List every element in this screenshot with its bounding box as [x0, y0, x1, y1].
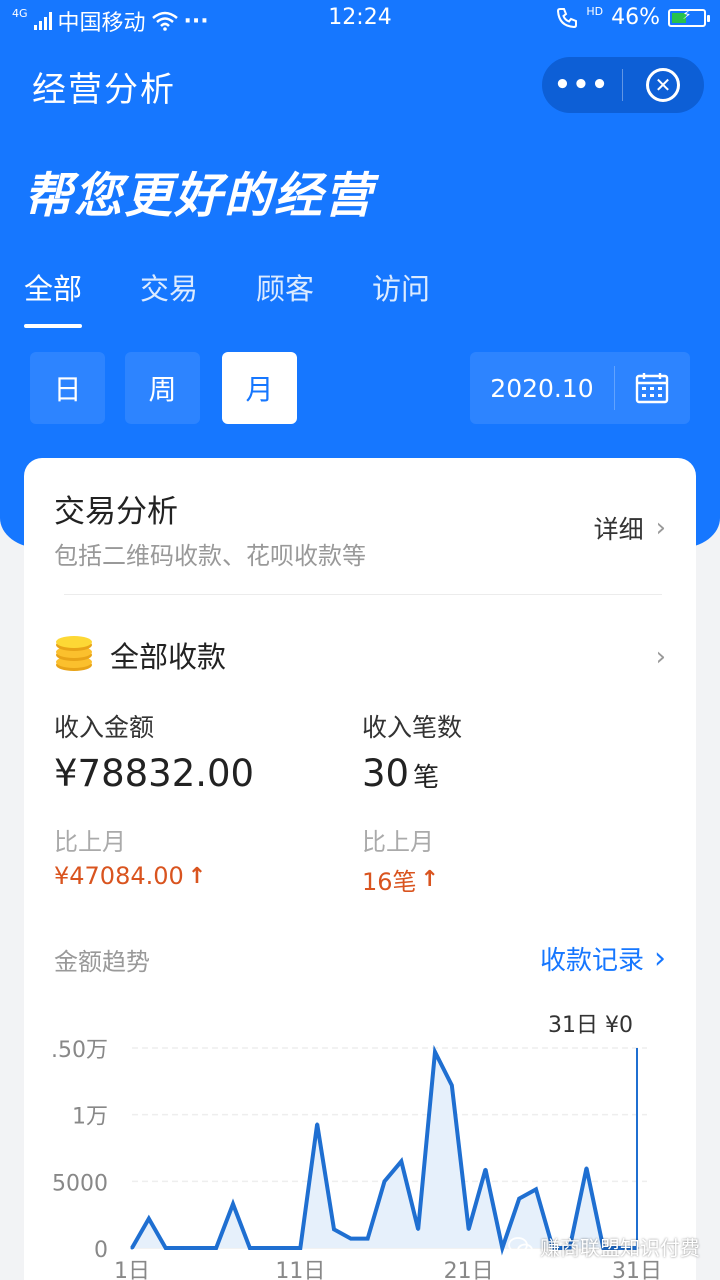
card-subtitle: 包括二维码收款、花呗收款等: [54, 542, 366, 570]
data-point: [147, 1217, 151, 1221]
records-label: 收款记录: [539, 946, 644, 976]
more-button[interactable]: •••: [542, 70, 622, 100]
all-payments-label: 全部收款: [110, 640, 227, 674]
data-point: [349, 1237, 353, 1241]
detail-link[interactable]: 详细 ›: [594, 510, 666, 546]
data-point: [265, 1246, 269, 1250]
arrow-up-icon: ↑: [420, 867, 439, 892]
all-payments-row[interactable]: 全部收款: [54, 634, 226, 676]
data-point: [433, 1050, 437, 1054]
data-point: [248, 1246, 252, 1250]
x-tick-label: 31日: [612, 1259, 662, 1280]
data-point: [214, 1246, 218, 1250]
detail-label: 详细: [593, 515, 644, 544]
category-tabs: 全部 交易 顾客 访问: [24, 266, 488, 328]
income-count-number: 30: [362, 752, 410, 795]
x-tick-label: 1日: [114, 1259, 150, 1280]
payment-records-link[interactable]: 收款记录 ›: [540, 940, 666, 977]
arrow-up-icon: ↑: [187, 863, 207, 889]
x-tick-label: 21日: [444, 1259, 494, 1280]
data-point: [450, 1083, 454, 1087]
income-count-value: 30 笔: [362, 752, 439, 795]
data-point: [282, 1246, 285, 1250]
date-picker[interactable]: 2020.10: [470, 352, 690, 424]
y-tick-label: .50万: [51, 1038, 108, 1063]
data-point: [164, 1246, 168, 1250]
battery-icon: ⚡: [668, 7, 710, 27]
data-point: [500, 1246, 504, 1250]
x-tick-label: 11日: [275, 1259, 325, 1280]
miniprogram-capsule: ••• ✕: [542, 57, 704, 113]
tab-visit[interactable]: 访问: [372, 266, 430, 328]
phone-icon: [557, 7, 578, 28]
calendar-button[interactable]: [615, 372, 689, 404]
period-month-button[interactable]: 月: [222, 352, 297, 424]
series-area: [132, 1052, 637, 1248]
data-point: [399, 1159, 403, 1163]
chevron-right-icon: ›: [654, 941, 666, 976]
status-bar: 4G 中国移动 ··· 12:24 HD 46% ⚡: [0, 0, 720, 36]
charging-icon: ⚡: [682, 7, 692, 23]
data-point: [366, 1237, 370, 1241]
tooltip-label: 31日 ¥0: [548, 1013, 633, 1038]
data-point: [197, 1246, 201, 1250]
coins-icon: [56, 636, 92, 671]
amount-change-value: ¥47084.00: [54, 862, 184, 890]
income-amount-label: 收入金额: [54, 713, 155, 742]
tab-all[interactable]: 全部: [24, 266, 83, 328]
y-tick-label: 0: [94, 1238, 108, 1263]
battery-percent: 46%: [611, 5, 660, 30]
tab-transaction[interactable]: 交易: [140, 266, 198, 328]
slogan: 帮您更好的经营: [24, 168, 375, 224]
wechat-icon: [508, 1236, 533, 1256]
selected-date: 2020.10: [490, 373, 594, 403]
period-week-button[interactable]: 周: [125, 352, 200, 424]
count-change: 16笔 ↑: [362, 862, 439, 897]
data-point: [467, 1227, 471, 1231]
data-point: [383, 1179, 386, 1183]
page-title: 经营分析: [32, 70, 176, 110]
data-point: [585, 1166, 588, 1170]
data-point: [298, 1246, 302, 1250]
y-tick-label: 5000: [52, 1171, 108, 1196]
income-amount-value: ¥78832.00: [54, 752, 255, 795]
y-tick-label: 1万: [72, 1105, 108, 1130]
data-point: [130, 1246, 134, 1250]
period-day-button[interactable]: 日: [30, 352, 105, 424]
close-icon: ✕: [646, 68, 680, 102]
chevron-right-icon: ›: [655, 513, 666, 543]
hd-badge: HD: [586, 5, 604, 18]
amount-change: ¥47084.00 ↑: [54, 862, 206, 890]
tab-customer[interactable]: 顾客: [256, 266, 314, 328]
data-point: [484, 1167, 487, 1171]
data-point: [181, 1246, 184, 1250]
amount-compare-label: 比上月: [54, 828, 126, 856]
chevron-right-icon: ›: [655, 642, 666, 672]
data-point: [416, 1227, 420, 1231]
close-button[interactable]: ✕: [623, 68, 703, 102]
data-point: [231, 1202, 235, 1206]
data-point: [315, 1122, 319, 1126]
count-change-value: 16笔: [362, 868, 417, 896]
count-compare-label: 比上月: [362, 828, 434, 856]
income-count-unit: 笔: [413, 763, 440, 793]
data-point: [517, 1197, 521, 1201]
watermark: 赚商联盟知识付费: [508, 1232, 700, 1261]
data-point: [534, 1187, 538, 1191]
card-title: 交易分析: [54, 494, 178, 530]
income-count-label: 收入笔数: [362, 713, 463, 742]
watermark-text: 赚商联盟知识付费: [540, 1236, 700, 1260]
trend-label: 金额趋势: [54, 948, 150, 976]
divider: [64, 594, 662, 595]
calendar-icon: [635, 373, 669, 404]
data-point: [332, 1227, 336, 1231]
